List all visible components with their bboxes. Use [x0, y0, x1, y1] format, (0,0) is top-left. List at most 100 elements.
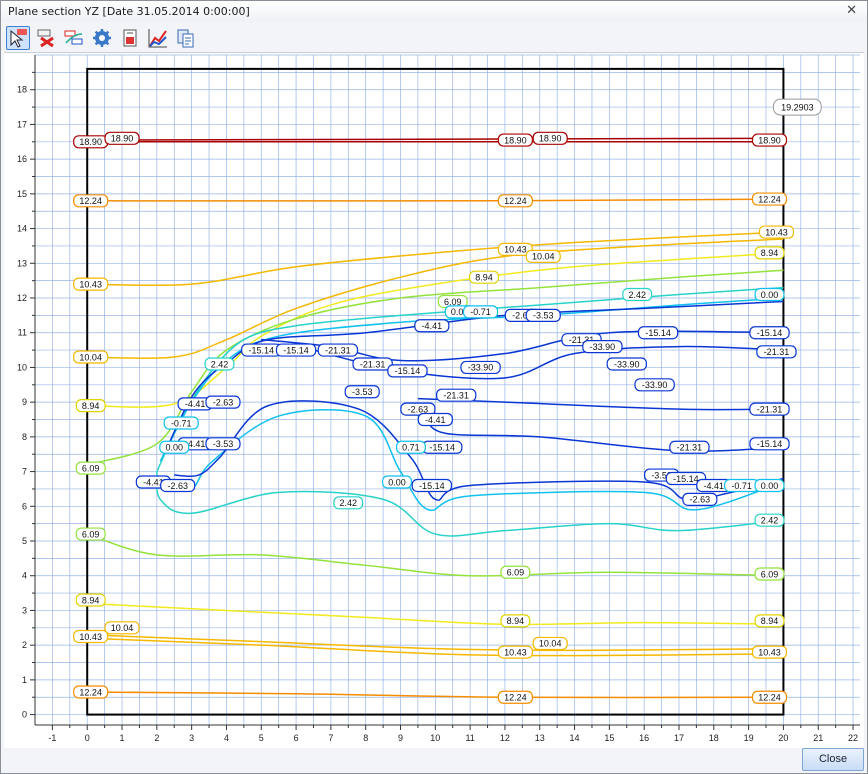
contour-label: 10.43 [758, 647, 781, 657]
contour-label: 0.00 [165, 443, 183, 453]
contour-label: 2.42 [340, 498, 358, 508]
contour-label: 10.04 [532, 252, 555, 262]
x-tick-label: 1 [120, 733, 125, 743]
y-tick-label: 16 [17, 154, 27, 164]
contour-label: 0.00 [761, 290, 779, 300]
y-tick-label: 8 [22, 432, 27, 442]
contour-label: -4.41 [704, 481, 725, 491]
x-tick-label: 21 [813, 733, 823, 743]
close-button[interactable]: Close [802, 748, 864, 771]
y-tick-label: 14 [17, 224, 27, 234]
contour-label: 0.71 [402, 443, 420, 453]
contour-label: -2.63 [213, 397, 234, 407]
contour-label: 2.42 [628, 290, 646, 300]
x-tick-label: 13 [535, 733, 545, 743]
contour-label: -4.41 [422, 321, 443, 331]
contour-label: 8.94 [475, 272, 493, 282]
contour-label: 18.90 [79, 137, 102, 147]
x-tick-label: 2 [154, 733, 159, 743]
contour-label: 18.90 [504, 135, 527, 145]
contour-label: -15.14 [395, 366, 421, 376]
chart-type-tool[interactable] [146, 26, 170, 50]
contour-label: -21.31 [677, 443, 703, 453]
contour-label: 18.90 [758, 135, 781, 145]
contour-label: 6.09 [82, 463, 100, 473]
contour-label: 12.24 [79, 687, 102, 697]
contour-label: 10.04 [79, 352, 102, 362]
window-close-icon[interactable]: ✕ [846, 2, 857, 18]
contour-label: -15.14 [757, 439, 783, 449]
contour-label: -15.14 [673, 474, 699, 484]
contour-label: -21.31 [764, 347, 790, 357]
contour-label: -33.90 [590, 342, 616, 352]
x-tick-label: 5 [259, 733, 264, 743]
export-tool[interactable] [118, 26, 142, 50]
edit-labels-tool[interactable] [62, 26, 86, 50]
y-tick-label: 6 [22, 501, 27, 511]
footer-bar: Close [1, 747, 867, 773]
contour-label: 18.90 [111, 134, 134, 144]
toolbar [1, 23, 867, 52]
edit-label-icon [64, 30, 83, 45]
cursor-arrow-icon [10, 29, 27, 48]
y-tick-label: 0 [22, 710, 27, 720]
contour-label: 6.09 [761, 569, 779, 579]
settings-tool[interactable] [90, 26, 114, 50]
contour-label: 8.94 [761, 616, 779, 626]
x-tick-label: 8 [363, 733, 368, 743]
contour-label: 12.24 [504, 693, 527, 703]
y-tick-label: 3 [22, 605, 27, 615]
contour-label: 0.00 [761, 481, 779, 491]
x-tick-label: 20 [778, 733, 788, 743]
delete-labels-tool[interactable] [34, 26, 58, 50]
export-icon [123, 29, 137, 47]
copy-tool[interactable] [174, 26, 198, 50]
contour-label: 10.04 [111, 623, 134, 633]
x-tick-label: 11 [465, 733, 474, 743]
x-tick-label: 14 [570, 733, 580, 743]
contour-chart[interactable]: -1 0 1 2 3 4 5 6 7 8 9 10 11 12 13 14 15 16 17 18 19 20 21 2201… [4, 53, 864, 748]
pointer-select-tool[interactable] [6, 26, 30, 50]
contour-label: -3.53 [533, 311, 554, 321]
x-tick-label: 7 [328, 733, 333, 743]
x-tick-label: 0 [85, 733, 90, 743]
contour-label: -21.31 [325, 345, 351, 355]
contour-label: -15.14 [249, 345, 275, 355]
contour-label: 8.94 [82, 595, 100, 605]
contour-line [424, 415, 784, 452]
x-tick-label: -1 [48, 733, 56, 743]
contour-label: 6.09 [507, 568, 525, 578]
contour-label: -21.31 [360, 359, 386, 369]
x-tick-label: 12 [500, 733, 510, 743]
contour-label: -15.14 [645, 328, 671, 338]
contour-label: 10.43 [504, 647, 527, 657]
contour-label: -2.63 [408, 404, 429, 414]
contour-label: -33.90 [468, 363, 494, 373]
contour-label: -15.14 [757, 328, 783, 338]
x-tick-label: 4 [224, 733, 229, 743]
contour-label: -21.31 [757, 404, 783, 414]
contour-plot-area[interactable]: -1 0 1 2 3 4 5 6 7 8 9 10 11 12 13 14 15 16 17 18 19 20 21 22 0 1… [4, 52, 864, 748]
x-tick-label: 17 [674, 733, 684, 743]
plane-section-window: Plane section YZ [Date 31.05.2014 0:00:0… [0, 0, 868, 774]
x-tick-label: 10 [430, 733, 440, 743]
x-tick-label: 3 [189, 733, 194, 743]
contour-label: 8.94 [82, 401, 100, 411]
y-tick-label: 17 [17, 119, 27, 129]
contour-label: 10.43 [79, 279, 102, 289]
contour-label: 0.00 [388, 477, 406, 487]
contour-label: 12.24 [758, 194, 781, 204]
contour-label: 6.09 [444, 297, 462, 307]
contour-label: 18.90 [539, 134, 562, 144]
contour-label: 8.94 [761, 248, 779, 258]
contour-label: 10.43 [79, 632, 102, 642]
contour-label: -3.53 [352, 387, 373, 397]
y-tick-label: 13 [17, 258, 27, 268]
copy-icon [177, 29, 194, 48]
contour-label: 12.24 [758, 693, 781, 703]
y-tick-label: 15 [17, 189, 27, 199]
contour-label: 10.43 [504, 245, 527, 255]
contour-label: 6.09 [82, 529, 100, 539]
contour-label: -21.31 [443, 391, 469, 401]
x-tick-label: 18 [709, 733, 719, 743]
